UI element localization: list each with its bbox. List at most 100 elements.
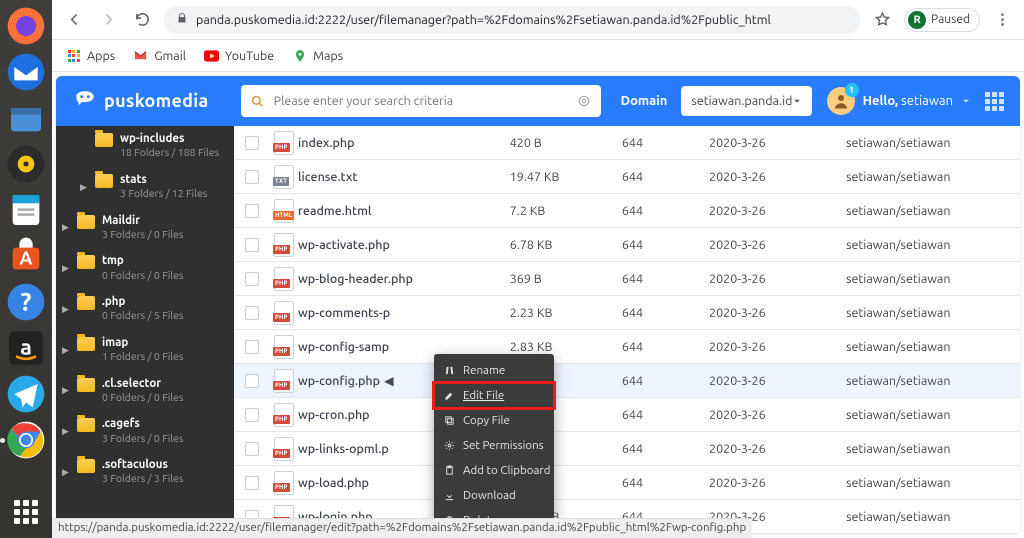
row-checkbox[interactable] [245, 136, 259, 150]
bookmark-apps[interactable]: Apps [66, 48, 115, 63]
menu-add-to-clipboard[interactable]: Add to Clipboard [434, 458, 554, 483]
apps-grid-button[interactable] [985, 92, 1004, 111]
file-owner: setiawan/setiawan [846, 340, 1008, 354]
main-area: panda.puskomedia.id:2222/user/filemanage… [52, 0, 1024, 538]
file-list[interactable]: index.php420 B6442020-3-26setiawan/setia… [234, 126, 1020, 534]
file-row[interactable]: wp-cron.php3.86 KB6442020-3-26setiawan/s… [234, 398, 1020, 432]
forward-button[interactable] [96, 8, 120, 32]
file-permissions: 644 [622, 408, 709, 422]
dock-rhythmbox[interactable] [6, 144, 46, 184]
file-icon [274, 471, 294, 495]
folder-icon [77, 255, 95, 269]
hello-text: Hello, setiawan [863, 94, 953, 108]
file-owner: setiawan/setiawan [846, 136, 1008, 150]
row-checkbox[interactable] [245, 476, 259, 490]
file-row[interactable]: readme.html7.2 KB6442020-3-26setiawan/se… [234, 194, 1020, 228]
file-row[interactable]: index.php420 B6442020-3-26setiawan/setia… [234, 126, 1020, 160]
user-avatar [827, 87, 855, 115]
row-checkbox[interactable] [245, 170, 259, 184]
profile-paused[interactable]: R Paused [904, 8, 980, 32]
row-checkbox[interactable] [245, 408, 259, 422]
tree-item[interactable]: ▶.php0 Folders / 5 Files [56, 289, 234, 330]
row-checkbox[interactable] [245, 238, 259, 252]
row-checkbox[interactable] [245, 442, 259, 456]
file-icon [274, 437, 294, 461]
user-area[interactable]: Hello, setiawan [827, 87, 1004, 115]
folder-tree[interactable]: wp-includes18 Folders / 188 Files▶stats3… [56, 126, 234, 534]
dock-firefox[interactable] [6, 6, 46, 46]
file-row[interactable]: license.txt19.47 KB6442020-3-26setiawan/… [234, 160, 1020, 194]
menu-download[interactable]: Download [434, 483, 554, 508]
tree-item[interactable]: ▶tmp0 Folders / 0 Files [56, 248, 234, 289]
search-box[interactable] [241, 85, 601, 117]
chevron-down-icon [961, 96, 971, 106]
file-owner: setiawan/setiawan [846, 170, 1008, 184]
menu-edit-file[interactable]: Edit File [434, 383, 554, 408]
file-date: 2020-3-26 [709, 374, 846, 388]
file-size: 19.47 KB [510, 170, 622, 184]
tree-item[interactable]: wp-includes18 Folders / 188 Files [56, 126, 234, 167]
chevron-right-icon: ▶ [62, 385, 70, 396]
menu-copy-file[interactable]: Copy File [434, 408, 554, 433]
menu-set-permissions[interactable]: Set Permissions [434, 433, 554, 458]
file-row[interactable]: wp-config-samp2.83 KB6442020-3-26setiawa… [234, 330, 1020, 364]
svg-text:A: A [20, 248, 33, 268]
search-settings-icon[interactable] [577, 94, 591, 108]
star-button[interactable] [870, 8, 894, 32]
brand-logo[interactable]: puskomedia [72, 88, 209, 114]
file-permissions: 644 [622, 170, 709, 184]
file-row[interactable]: wp-links-opml.p2.45 KB6442020-3-26setiaw… [234, 432, 1020, 466]
url-text: panda.puskomedia.id:2222/user/filemanage… [196, 13, 771, 27]
file-row[interactable]: wp-activate.php6.78 KB6442020-3-26setiaw… [234, 228, 1020, 262]
dock-chrome[interactable] [6, 420, 46, 460]
file-row[interactable]: wp-config.php◀3.03 KB6442020-3-26setiawa… [234, 364, 1020, 398]
paused-label: Paused [931, 13, 970, 26]
context-menu[interactable]: RenameEdit FileCopy FileSet PermissionsA… [434, 354, 554, 537]
bookmark-gmail[interactable]: Gmail [133, 48, 186, 63]
file-row[interactable]: wp-comments-p2.23 KB6442020-3-26setiawan… [234, 296, 1020, 330]
dock-show-applications[interactable] [6, 492, 46, 532]
row-checkbox[interactable] [245, 340, 259, 354]
dock-thunderbird[interactable] [6, 52, 46, 92]
chrome-menu-button[interactable] [990, 8, 1014, 32]
row-checkbox[interactable] [245, 272, 259, 286]
row-checkbox[interactable] [245, 306, 259, 320]
tree-item[interactable]: ▶imap1 Folders / 0 Files [56, 330, 234, 371]
file-row[interactable]: wp-blog-header.php369 B6442020-3-26setia… [234, 262, 1020, 296]
row-checkbox[interactable] [245, 204, 259, 218]
chevron-right-icon: ▶ [62, 345, 70, 356]
back-button[interactable] [62, 8, 86, 32]
folder-icon [77, 337, 95, 351]
tree-item[interactable]: ▶.softaculous3 Folders / 3 Files [56, 452, 234, 493]
chrome-toolbar: panda.puskomedia.id:2222/user/filemanage… [52, 0, 1024, 40]
address-bar[interactable]: panda.puskomedia.id:2222/user/filemanage… [164, 6, 860, 34]
file-icon [274, 233, 294, 257]
row-checkbox[interactable] [245, 374, 259, 388]
domain-select[interactable]: setiawan.panda.id [681, 86, 812, 116]
file-permissions: 644 [622, 442, 709, 456]
domain-label: Domain [621, 94, 668, 108]
dock-help[interactable]: ? [6, 282, 46, 322]
dock-software[interactable]: A [6, 236, 46, 276]
file-owner: setiawan/setiawan [846, 408, 1008, 422]
file-owner: setiawan/setiawan [846, 204, 1008, 218]
dock-amazon[interactable]: a [6, 328, 46, 368]
dock-files[interactable] [6, 98, 46, 138]
tree-item[interactable]: ▶.cagefs3 Folders / 0 Files [56, 411, 234, 452]
tree-item[interactable]: ▶Maildir3 Folders / 0 Files [56, 208, 234, 249]
reload-button[interactable] [130, 8, 154, 32]
search-input[interactable] [272, 93, 569, 109]
bookmark-youtube[interactable]: YouTube [204, 48, 274, 63]
dock-telegram[interactable] [6, 374, 46, 414]
tree-item[interactable]: ▶.cl.selector0 Folders / 0 Files [56, 371, 234, 412]
file-name: readme.html [298, 204, 510, 218]
menu-rename[interactable]: Rename [434, 358, 554, 383]
bookmark-maps[interactable]: Maps [292, 48, 343, 63]
file-owner: setiawan/setiawan [846, 476, 1008, 490]
dock-writer[interactable] [6, 190, 46, 230]
chevron-right-icon: ▶ [62, 467, 70, 478]
file-row[interactable]: wp-load.php3.25 KB6442020-3-26setiawan/s… [234, 466, 1020, 500]
tree-item[interactable]: ▶stats3 Folders / 12 Files [56, 167, 234, 208]
file-permissions: 644 [622, 306, 709, 320]
file-permissions: 644 [622, 204, 709, 218]
